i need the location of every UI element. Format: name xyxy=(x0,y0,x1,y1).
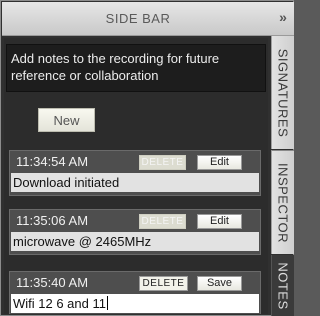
note-timestamp: 11:35:06 AM xyxy=(16,213,89,228)
edit-note-button[interactable]: Edit xyxy=(197,214,242,229)
tab-inspector-label: INSPECTOR xyxy=(275,162,291,243)
sidebar-window: SIDE BAR » Add notes to the recording fo… xyxy=(0,0,294,316)
note-timestamp: 11:34:54 AM xyxy=(16,154,89,169)
sidebar-title: SIDE BAR xyxy=(105,11,171,26)
delete-note-button[interactable]: DELETE xyxy=(139,155,186,170)
note-text-input[interactable]: Wifi 12 6 and 11 xyxy=(11,294,259,313)
edit-note-button[interactable]: Edit xyxy=(197,155,242,170)
note-text[interactable]: Download initiated xyxy=(11,173,259,192)
save-note-button[interactable]: Save xyxy=(197,276,242,291)
collapse-icon[interactable]: » xyxy=(272,2,294,35)
delete-note-button[interactable]: DELETE xyxy=(139,276,188,291)
note-text[interactable]: microwave @ 2465MHz xyxy=(11,232,259,251)
tab-notes-label: NOTES xyxy=(275,261,291,310)
note-item: 11:34:54 AM DELETE Edit Download initiat… xyxy=(9,150,261,196)
tab-inspector[interactable]: INSPECTOR xyxy=(271,150,294,254)
note-timestamp: 11:35:40 AM xyxy=(16,275,89,290)
notes-intro-text: Add notes to the recording for future re… xyxy=(6,44,266,92)
note-item: 11:35:06 AM DELETE Edit microwave @ 2465… xyxy=(9,209,261,255)
tab-notes[interactable]: NOTES xyxy=(271,255,294,316)
note-item-editing: 11:35:40 AM DELETE Save Wifi 12 6 and 11 xyxy=(9,271,261,314)
delete-note-button[interactable]: DELETE xyxy=(139,214,186,229)
sidebar-header: SIDE BAR » xyxy=(2,2,294,36)
tab-signatures[interactable]: SIGNATURES xyxy=(271,36,294,149)
notes-panel: Add notes to the recording for future re… xyxy=(4,38,268,314)
text-caret xyxy=(106,296,108,310)
note-input-value: Wifi 12 6 and 11 xyxy=(13,296,106,311)
new-note-button[interactable]: New xyxy=(38,108,95,132)
tab-signatures-label: SIGNATURES xyxy=(275,48,291,137)
